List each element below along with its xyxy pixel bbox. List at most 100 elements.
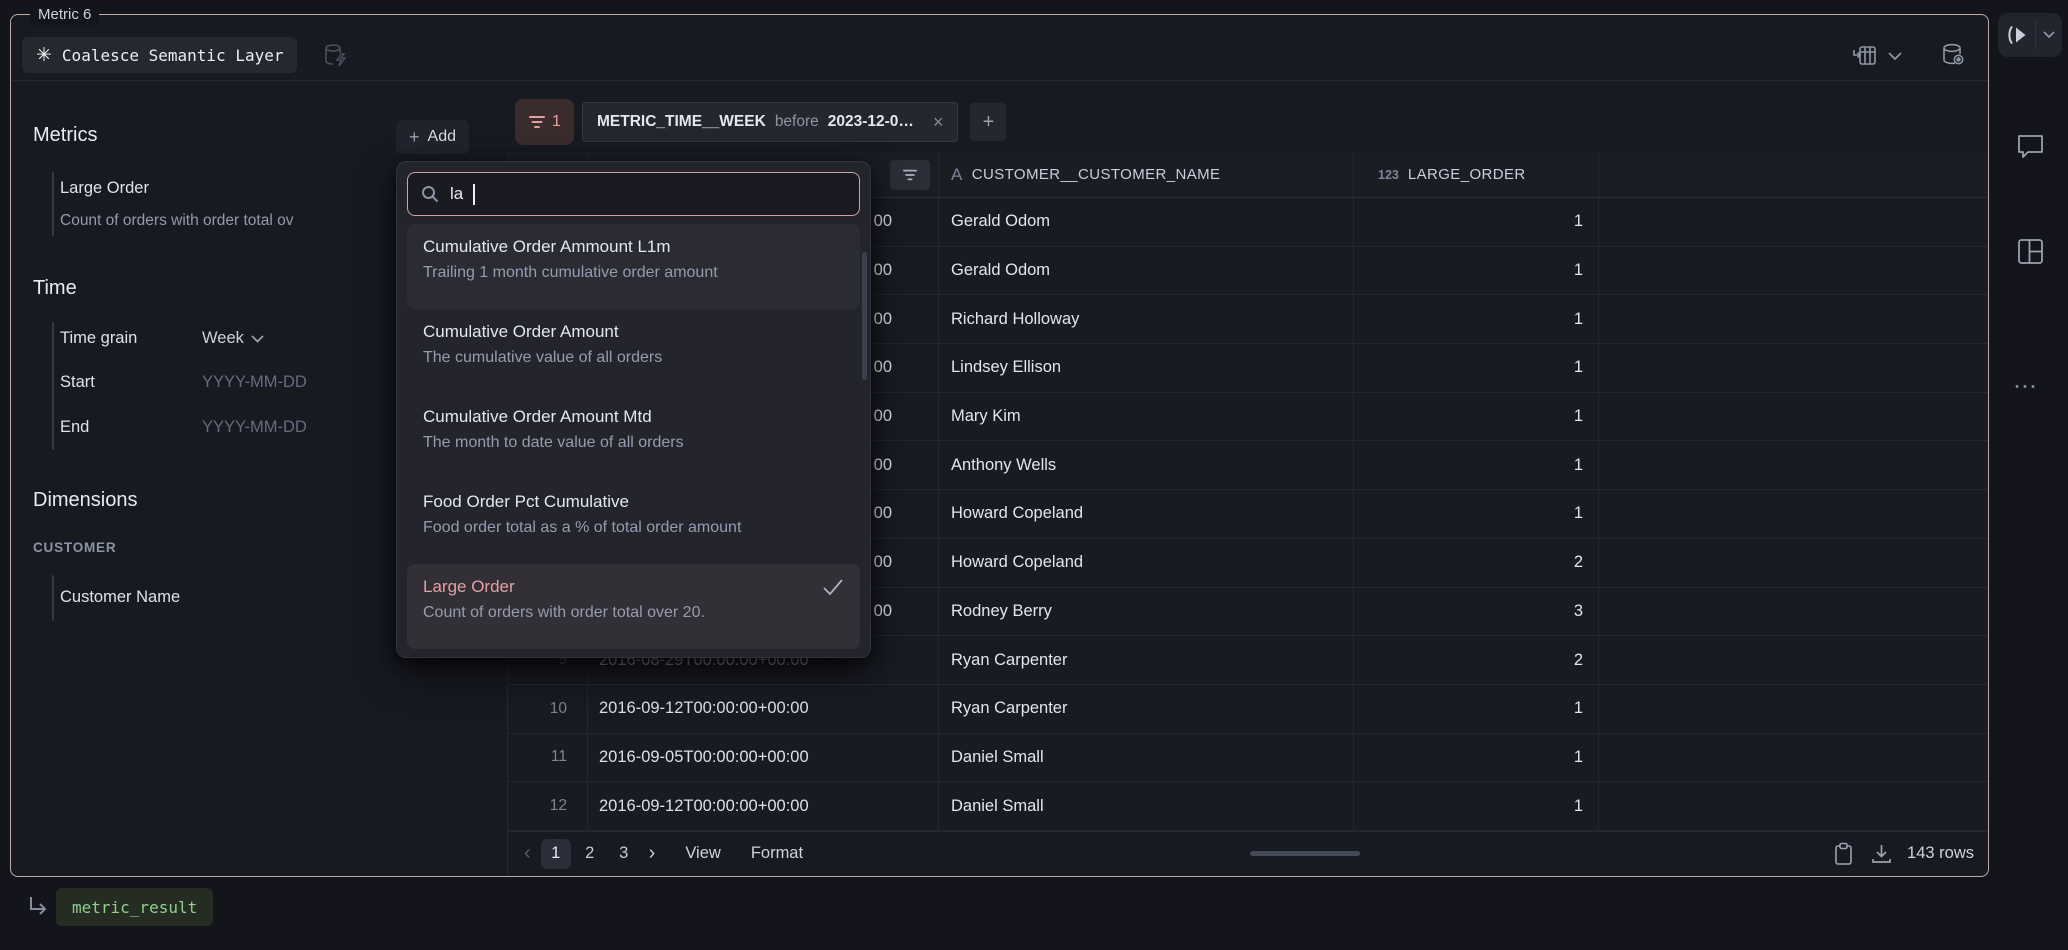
dropdown-scrollbar-thumb[interactable]	[862, 252, 867, 380]
more-options-icon[interactable]: ⋯	[2013, 372, 2040, 401]
metric-option-title: Large Order	[423, 577, 844, 597]
table-output-icon[interactable]	[1852, 42, 1879, 69]
run-cell-button-group	[1998, 13, 2062, 57]
metric-option-title: Cumulative Order Ammount L1m	[423, 237, 844, 257]
run-cell-button[interactable]	[1998, 22, 2035, 48]
column-label: LARGE_ORDER	[1408, 166, 1526, 183]
start-date-input[interactable]: YYYY-MM-DD	[202, 373, 307, 392]
metric-option-title: Cumulative Order Amount	[423, 322, 844, 342]
plus-icon: +	[409, 127, 420, 148]
row-count: 143 rows	[1907, 844, 1974, 863]
database-lightning-icon	[322, 42, 348, 68]
filter-count: 1	[552, 113, 561, 131]
filter-pill[interactable]: METRIC_TIME__WEEK before 2023-12-0… ×	[582, 102, 958, 142]
column-label: CUSTOMER__CUSTOMER_NAME	[972, 166, 1221, 183]
cell-title: Metric 6	[30, 4, 99, 25]
time-heading: Time	[33, 277, 77, 300]
filter-operator: before	[775, 113, 819, 131]
dimension-group-label: CUSTOMER	[33, 540, 116, 555]
view-tab[interactable]: View	[685, 844, 720, 863]
metrics-heading: Metrics	[33, 124, 97, 147]
selected-check-icon	[822, 578, 844, 596]
metric-option[interactable]: Cumulative Order Ammount L1m Trailing 1 …	[407, 224, 860, 309]
metric-option-description: Trailing 1 month cumulative order amount	[423, 264, 844, 282]
result-variable-name: metric_result	[72, 898, 197, 917]
metric-option-description: The cumulative value of all orders	[423, 349, 844, 367]
chevron-down-icon	[251, 335, 264, 343]
coalesce-logo-icon: ✳	[36, 46, 52, 65]
add-label: Add	[428, 128, 456, 146]
notebook-canvas: ✳ Coalesce Semantic Layer Metrics Large …	[0, 0, 2068, 950]
next-page-button[interactable]: ›	[641, 842, 664, 865]
source-title: Coalesce Semantic Layer	[62, 46, 284, 65]
filter-field: METRIC_TIME__WEEK	[597, 113, 766, 131]
number-type-icon: 123	[1378, 168, 1399, 182]
filter-icon	[528, 114, 546, 130]
table-row[interactable]: 12 2016-09-12T00:00:00+00:00 Daniel Smal…	[508, 782, 1988, 831]
prev-page-button[interactable]: ‹	[516, 842, 539, 865]
time-grain-select[interactable]: Week	[202, 329, 264, 348]
horizontal-scrollbar-thumb[interactable]	[1250, 851, 1360, 856]
table-row[interactable]: 10 2016-09-12T00:00:00+00:00 Ryan Carpen…	[508, 685, 1988, 734]
page-button[interactable]: 3	[609, 839, 639, 869]
copy-table-icon[interactable]	[1833, 842, 1854, 866]
start-label: Start	[60, 373, 95, 392]
end-date-input[interactable]: YYYY-MM-DD	[202, 418, 307, 437]
chevron-down-icon	[2043, 31, 2055, 39]
remove-filter-icon[interactable]: ×	[933, 112, 944, 133]
text-type-icon: A	[951, 165, 963, 185]
run-icon	[2004, 22, 2030, 48]
metric-name[interactable]: Large Order	[60, 179, 149, 198]
text-cursor	[473, 184, 475, 205]
layout-view-icon[interactable]	[2016, 237, 2045, 266]
search-icon	[420, 184, 440, 204]
metric-search-dropdown: la Cumulative Order Ammount L1m Trailing…	[396, 161, 871, 658]
metric-option[interactable]: Cumulative Order Amount Mtd The month to…	[407, 394, 860, 479]
time-grain-value: Week	[202, 329, 244, 348]
pagination-bar: ‹ 123 › View Format 143 rows	[508, 831, 1988, 876]
dimension-item[interactable]: Customer Name	[60, 588, 180, 607]
metric-option[interactable]: Food Order Pct Cumulative Food order tot…	[407, 479, 860, 564]
add-filter-button[interactable]: +	[970, 103, 1006, 141]
table-row[interactable]: 11 2016-09-05T00:00:00+00:00 Daniel Smal…	[508, 734, 1988, 783]
preview-data-icon[interactable]	[1938, 40, 1968, 70]
metric-option[interactable]: Large Order Count of orders with order t…	[407, 564, 860, 649]
column-filter-indicator[interactable]	[890, 160, 930, 190]
search-query: la	[450, 184, 463, 204]
filter-icon	[902, 168, 918, 182]
filter-value: 2023-12-0…	[828, 113, 914, 131]
return-arrow-icon	[26, 894, 50, 918]
download-icon[interactable]	[1870, 842, 1893, 865]
format-tab[interactable]: Format	[751, 844, 803, 863]
metric-option[interactable]: Cumulative Order Amount The cumulative v…	[407, 309, 860, 394]
time-indent-bar	[52, 322, 54, 450]
add-metric-button[interactable]: + Add	[396, 120, 469, 154]
dimensions-heading: Dimensions	[33, 489, 137, 512]
end-label: End	[60, 418, 89, 437]
chevron-down-icon[interactable]	[1888, 52, 1902, 61]
metric-option-title: Cumulative Order Amount Mtd	[423, 407, 844, 427]
large-order-column-header[interactable]: 123 LARGE_ORDER	[1354, 152, 1599, 197]
filter-count-chip[interactable]: 1	[515, 99, 574, 145]
metric-description: Count of orders with order total ov	[60, 212, 396, 230]
customer-name-column-header[interactable]: A CUSTOMER__CUSTOMER_NAME	[939, 152, 1354, 197]
search-input[interactable]: la	[407, 172, 860, 216]
run-options-chevron[interactable]	[2036, 31, 2062, 39]
metric-option-description: The month to date value of all orders	[423, 434, 844, 452]
dimension-indent-bar	[52, 575, 54, 621]
metric-indent-bar	[52, 172, 54, 236]
semantic-layer-source-pill[interactable]: ✳ Coalesce Semantic Layer	[22, 37, 297, 73]
filler-column-header	[1599, 152, 1988, 197]
metric-options-list: Cumulative Order Ammount L1m Trailing 1 …	[407, 224, 860, 649]
page-buttons: 123	[539, 839, 641, 869]
time-grain-label: Time grain	[60, 329, 137, 348]
page-button[interactable]: 1	[541, 839, 571, 869]
comment-icon[interactable]	[2015, 131, 2046, 161]
metric-option-title: Food Order Pct Cumulative	[423, 492, 844, 512]
metric-option-description: Food order total as a % of total order a…	[423, 519, 844, 537]
page-button[interactable]: 2	[575, 839, 605, 869]
plus-icon: +	[983, 111, 995, 134]
result-variable-badge[interactable]: metric_result	[56, 888, 213, 926]
header-divider	[11, 80, 1988, 81]
metric-option-description: Count of orders with order total over 20…	[423, 604, 844, 622]
